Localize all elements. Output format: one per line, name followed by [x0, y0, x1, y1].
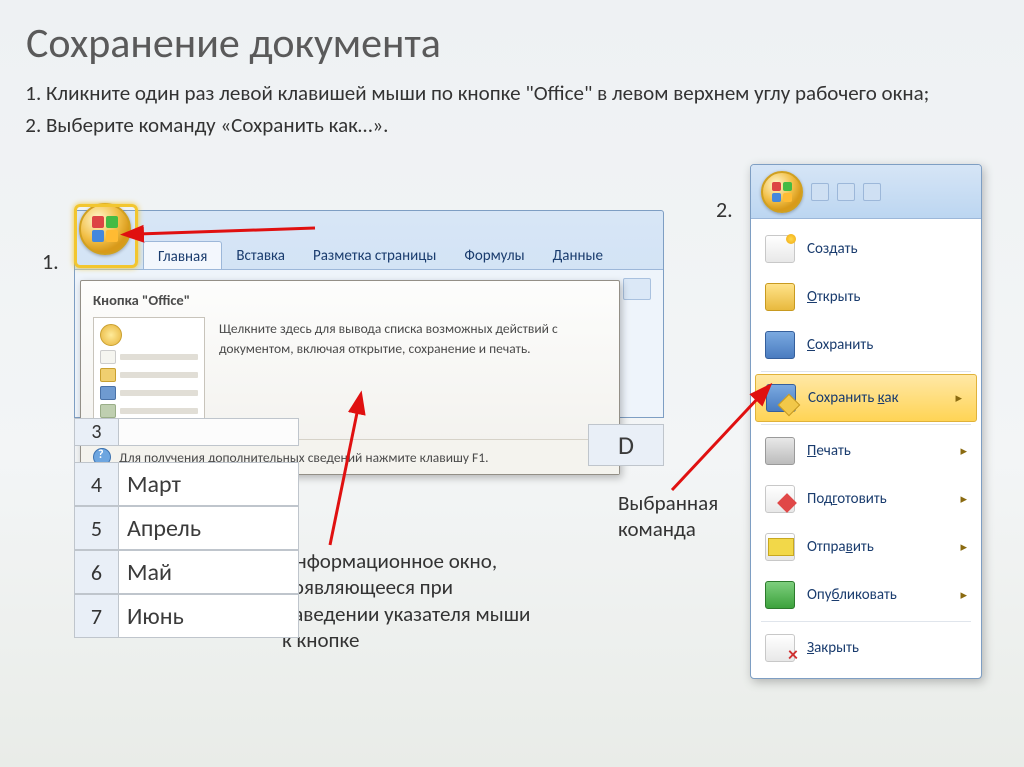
- tab-layout[interactable]: Разметка страницы: [299, 241, 450, 272]
- print-icon: [765, 437, 795, 465]
- menu-item-pub[interactable]: Опубликовать ▸: [751, 571, 981, 619]
- instruction-step: Кликните один раз левой клавишей мыши по…: [46, 79, 978, 107]
- instruction-step: Выберите команду «Сохранить как…».: [46, 111, 978, 139]
- menu-separator: [761, 621, 971, 622]
- chevron-right-icon: ▸: [960, 540, 967, 555]
- instruction-list: Кликните один раз левой клавишей мыши по…: [0, 79, 1024, 140]
- tab-insert[interactable]: Вставка: [222, 241, 299, 272]
- page-title: Сохранение документа: [0, 0, 1024, 79]
- row-number[interactable]: 4: [75, 462, 119, 506]
- chevron-right-icon: ▸: [960, 444, 967, 459]
- tooltip-thumbnail: [93, 317, 205, 427]
- new-icon: [765, 235, 795, 263]
- prep-icon: [765, 485, 795, 513]
- chevron-right-icon: ▸: [960, 492, 967, 507]
- ribbon-tabs: Главная Вставка Разметка страницы Формул…: [143, 241, 617, 272]
- cell[interactable]: Март: [119, 462, 299, 506]
- office-menu: СоздатьОткрытьСохранитьСохранить как▸Печ…: [750, 164, 982, 679]
- menu-item-label: Сохранить как: [808, 389, 899, 407]
- saveas-icon: [766, 384, 796, 412]
- menu-item-save[interactable]: Сохранить: [751, 321, 981, 369]
- close-icon: [765, 634, 795, 662]
- spreadsheet: 3 4Март 5Апрель 6Май 7Июнь: [74, 418, 664, 638]
- menu-separator: [761, 371, 971, 372]
- step-marker-2: 2.: [716, 196, 733, 223]
- menu-separator: [761, 424, 971, 425]
- save-icon: [765, 331, 795, 359]
- menu-item-label: Закрыть: [807, 639, 859, 657]
- open-icon: [765, 283, 795, 311]
- send-icon: [765, 533, 795, 561]
- tab-formulas[interactable]: Формулы: [450, 241, 538, 272]
- cell[interactable]: Май: [119, 550, 299, 594]
- tooltip-text: Щелкните здесь для вывода списка возможн…: [219, 317, 607, 358]
- menu-item-close[interactable]: Закрыть: [751, 624, 981, 672]
- menu-item-print[interactable]: Печать ▸: [751, 427, 981, 475]
- qat-save-icon[interactable]: [811, 183, 829, 201]
- step-marker-1: 1.: [42, 248, 59, 275]
- menu-item-label: Создать: [807, 240, 858, 258]
- office-menu-header: [751, 165, 981, 219]
- row-number[interactable]: 7: [75, 594, 119, 638]
- menu-item-open[interactable]: Открыть: [751, 273, 981, 321]
- menu-item-label: Открыть: [807, 288, 860, 306]
- cell[interactable]: [119, 418, 299, 446]
- cell[interactable]: Июнь: [119, 594, 299, 638]
- office-button[interactable]: [79, 203, 131, 255]
- menu-item-label: Печать: [807, 442, 851, 460]
- tab-data[interactable]: Данные: [539, 241, 617, 272]
- qat-redo-icon[interactable]: [863, 183, 881, 201]
- office-menu-list: СоздатьОткрытьСохранитьСохранить как▸Печ…: [751, 219, 981, 678]
- row-number[interactable]: 3: [75, 418, 119, 446]
- menu-item-label: Опубликовать: [807, 586, 897, 604]
- tab-home[interactable]: Главная: [143, 241, 222, 272]
- menu-item-label: Подготовить: [807, 490, 887, 508]
- menu-item-new[interactable]: Создать: [751, 225, 981, 273]
- row-number[interactable]: 6: [75, 550, 119, 594]
- chevron-right-icon: ▸: [960, 588, 967, 603]
- menu-item-saveas[interactable]: Сохранить как ▸: [755, 374, 977, 422]
- office-button-small[interactable]: [761, 171, 803, 213]
- chevron-right-icon: ▸: [955, 391, 962, 406]
- qat-undo-icon[interactable]: [837, 183, 855, 201]
- row-number[interactable]: 5: [75, 506, 119, 550]
- menu-item-label: Сохранить: [807, 336, 873, 354]
- ribbon-button[interactable]: [623, 278, 651, 300]
- cell[interactable]: Апрель: [119, 506, 299, 550]
- pub-icon: [765, 581, 795, 609]
- menu-item-send[interactable]: Отправить ▸: [751, 523, 981, 571]
- tooltip-title: Кнопка "Office": [81, 281, 619, 313]
- menu-item-prep[interactable]: Подготовить ▸: [751, 475, 981, 523]
- menu-item-label: Отправить: [807, 538, 874, 556]
